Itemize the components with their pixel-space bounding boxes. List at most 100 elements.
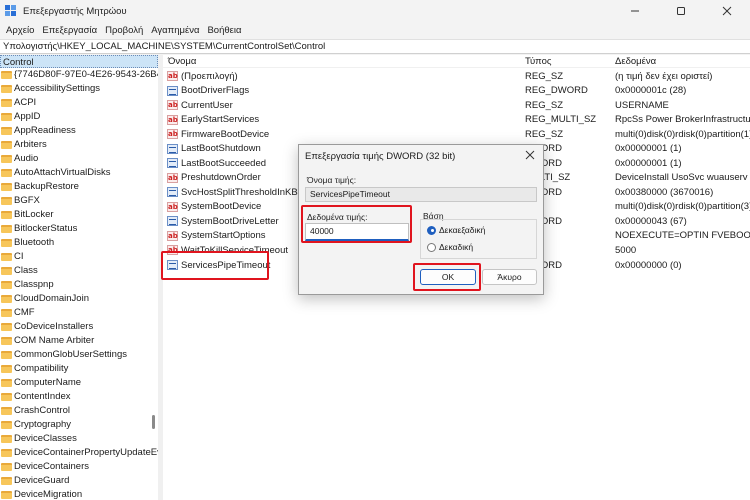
value-name-cell: ab FirmwareBootDevice (167, 129, 517, 140)
value-data: RpcSs Power BrokerInfrastructure S (615, 114, 750, 126)
minimize-icon (631, 10, 639, 12)
tree-item-label: Classpnp (14, 279, 54, 290)
folder-icon (1, 295, 12, 303)
tree-item[interactable]: CommonGlobUserSettings (0, 348, 158, 362)
value-row[interactable]: ab (Προεπιλογή) REG_SZ (η τιμή δεν έχει ορι… (163, 69, 750, 84)
tree-item-label: Bluetooth (14, 237, 55, 248)
string-value-icon: ab (167, 129, 178, 140)
tree-item-label: ComputerName (14, 377, 82, 388)
column-headers: Όνομα Τύπος Δεδομένα (163, 55, 750, 68)
value-row[interactable]: ab EarlyStartServices REG_MULTI_SZ RpcSs Po… (163, 113, 750, 128)
tree-item[interactable]: AppID (0, 110, 158, 124)
value-row[interactable]: ab FirmwareBootDevice REG_SZ multi(0)disk(0… (163, 127, 750, 142)
tree-item[interactable]: Bluetooth (0, 236, 158, 250)
tree-item[interactable]: BackupRestore (0, 180, 158, 194)
folder-icon (1, 141, 12, 149)
tree-item[interactable]: ComputerName (0, 376, 158, 390)
tree-item-selected[interactable]: Control (0, 55, 158, 68)
tree-item[interactable]: DeviceMigration (0, 488, 158, 500)
value-name-cell: ab EarlyStartServices (167, 114, 517, 125)
menu-favorites[interactable]: Αγαπημένα (149, 25, 205, 36)
value-name: SystemStartOptions (181, 230, 266, 242)
tree-item[interactable]: Cryptography (0, 418, 158, 432)
value-data: 0x00000001 (1) (615, 143, 682, 155)
tree-item-label: Arbiters (14, 139, 47, 150)
tree-item[interactable]: BitlockerStatus (0, 222, 158, 236)
radio-selected-icon (427, 225, 436, 235)
tree-item[interactable]: CI (0, 250, 158, 264)
column-header-name[interactable]: Όνομα (163, 55, 196, 68)
radio-decimal[interactable]: Δεκαδική (427, 242, 473, 252)
tree-item[interactable]: Compatibility (0, 362, 158, 376)
close-icon (525, 150, 535, 160)
menu-view[interactable]: Προβολή (103, 25, 149, 36)
tree-item[interactable]: Classpnp (0, 278, 158, 292)
tree-item[interactable]: CoDeviceInstallers (0, 320, 158, 334)
dialog-title: Επεξεργασία τιμής DWORD (32 bit) (305, 151, 456, 162)
tree-item-label: CrashControl (14, 405, 70, 416)
tree-item[interactable]: DeviceContainers (0, 460, 158, 474)
tree-item[interactable]: Audio (0, 152, 158, 166)
tree-item-label: Cryptography (14, 419, 72, 430)
tree-item[interactable]: CrashControl (0, 404, 158, 418)
dialog-close-button[interactable] (525, 149, 535, 163)
minimize-button[interactable] (612, 0, 658, 22)
key-tree[interactable]: Control {7746D80F-97E0-4E26-9543-26B4 Acc… (0, 55, 158, 500)
tree-item-label: Compatibility (14, 363, 69, 374)
menu-help[interactable]: Βοήθεια (205, 25, 247, 36)
value-data: (η τιμή δεν έχει οριστεί) (615, 70, 713, 82)
folder-icon (1, 99, 12, 107)
value-data: 0x00000043 (67) (615, 215, 687, 227)
menu-file[interactable]: Αρχείο (4, 25, 40, 36)
value-name: SvcHostSplitThresholdInKB (181, 186, 298, 198)
column-header-type[interactable]: Τύπος (520, 55, 551, 68)
value-data: 5000 (615, 244, 637, 256)
maximize-button[interactable] (658, 0, 704, 22)
value-row[interactable]: ab CurrentUser REG_SZ USERNAME (163, 98, 750, 113)
tree-scrollbar[interactable] (152, 415, 155, 429)
value-name-cell: BootDriverFlags (167, 85, 517, 96)
tree-item-label: ACPI (14, 97, 37, 108)
column-header-data[interactable]: Δεδομένα (610, 55, 656, 68)
menu-edit[interactable]: Επεξεργασία (40, 25, 103, 36)
value-type: REG_DWORD (525, 85, 588, 97)
tree-item[interactable]: Class (0, 264, 158, 278)
binary-value-icon (167, 85, 178, 96)
value-row[interactable]: BootDriverFlags REG_DWORD 0x0000001c (28) (163, 84, 750, 99)
binary-value-icon (167, 216, 178, 227)
tree-item[interactable]: DeviceClasses (0, 432, 158, 446)
tree-item[interactable]: DeviceGuard (0, 474, 158, 488)
value-data: multi(0)disk(0)rdisk(0)partition(1) (615, 128, 750, 140)
tree-item[interactable]: CMF (0, 306, 158, 320)
tree-item[interactable]: {7746D80F-97E0-4E26-9543-26B4 (0, 68, 158, 82)
tree-item-label: ContentIndex (14, 391, 71, 402)
string-value-icon: ab (167, 201, 178, 212)
value-name: PreshutdownOrder (181, 172, 261, 184)
tree-item[interactable]: AppReadiness (0, 124, 158, 138)
tree-item-label: AccessibilitySettings (14, 83, 101, 94)
tree-item[interactable]: BGFX (0, 194, 158, 208)
tree-item[interactable]: DeviceContainerPropertyUpdateEv (0, 446, 158, 460)
radio-hexadecimal[interactable]: Δεκαεξαδική (427, 225, 485, 235)
string-value-icon: ab (167, 100, 178, 111)
folder-icon (1, 337, 12, 345)
folder-icon (1, 407, 12, 415)
address-bar[interactable]: Υπολογιστής\HKEY_LOCAL_MACHINE\SYSTEM\Cu… (0, 39, 750, 54)
string-value-icon: ab (167, 71, 178, 82)
tree-item[interactable]: Arbiters (0, 138, 158, 152)
tree-item-label: COM Name Arbiter (14, 335, 95, 346)
close-button[interactable] (704, 0, 750, 22)
tree-item-label: DeviceGuard (14, 475, 70, 486)
folder-icon (1, 365, 12, 373)
cancel-button[interactable]: Άκυρο (482, 269, 537, 285)
tree-item[interactable]: AutoAttachVirtualDisks (0, 166, 158, 180)
tree-item-label: DeviceClasses (14, 433, 77, 444)
tree-item-label: BackupRestore (14, 181, 79, 192)
tree-item[interactable]: COM Name Arbiter (0, 334, 158, 348)
tree-item[interactable]: ContentIndex (0, 390, 158, 404)
tree-item[interactable]: CloudDomainJoin (0, 292, 158, 306)
tree-item[interactable]: ACPI (0, 96, 158, 110)
tree-item[interactable]: BitLocker (0, 208, 158, 222)
tree-item[interactable]: AccessibilitySettings (0, 82, 158, 96)
radio-hex-label: Δεκαεξαδική (439, 225, 486, 235)
